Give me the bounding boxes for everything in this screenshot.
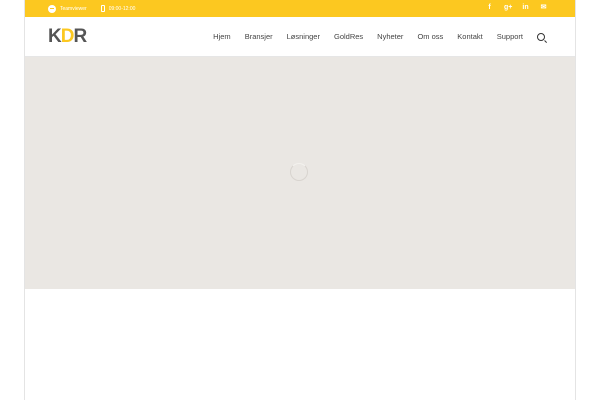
hours: 09:00-12:00 xyxy=(100,5,136,12)
search-icon[interactable] xyxy=(537,32,545,41)
teamviewer-icon xyxy=(48,4,56,13)
linkedin-icon[interactable]: in xyxy=(522,4,529,11)
facebook-icon[interactable]: f xyxy=(486,4,493,11)
nav-goldres[interactable]: GoldRes xyxy=(334,32,363,41)
social-links: f g+ in ✉ xyxy=(486,4,547,11)
nav-kontakt[interactable]: Kontakt xyxy=(457,32,482,41)
map-area[interactable] xyxy=(25,57,575,289)
header: KDR Hjem Bransjer Løsninger GoldRes Nyhe… xyxy=(25,17,575,57)
logo[interactable]: KDR xyxy=(48,26,87,48)
google-plus-icon[interactable]: g+ xyxy=(504,4,512,11)
teamviewer-label: Teamviewer xyxy=(60,5,87,12)
email-icon[interactable]: ✉ xyxy=(540,4,547,11)
phone-icon xyxy=(100,5,105,12)
nav-hjem[interactable]: Hjem xyxy=(213,32,231,41)
nav-om-oss[interactable]: Om oss xyxy=(417,32,443,41)
page: Teamviewer 09:00-12:00 f g+ in ✉ KDR Hje… xyxy=(24,0,576,400)
top-bar: Teamviewer 09:00-12:00 f g+ in ✉ xyxy=(25,0,575,17)
nav-nyheter[interactable]: Nyheter xyxy=(377,32,403,41)
teamviewer-link[interactable]: Teamviewer xyxy=(48,4,87,13)
nav-losninger[interactable]: Løsninger xyxy=(287,32,320,41)
main-nav: Hjem Bransjer Løsninger GoldRes Nyheter … xyxy=(213,17,545,56)
nav-support[interactable]: Support xyxy=(497,32,523,41)
loading-spinner-icon xyxy=(290,163,308,181)
hours-text: 09:00-12:00 xyxy=(108,5,136,12)
nav-bransjer[interactable]: Bransjer xyxy=(245,32,273,41)
